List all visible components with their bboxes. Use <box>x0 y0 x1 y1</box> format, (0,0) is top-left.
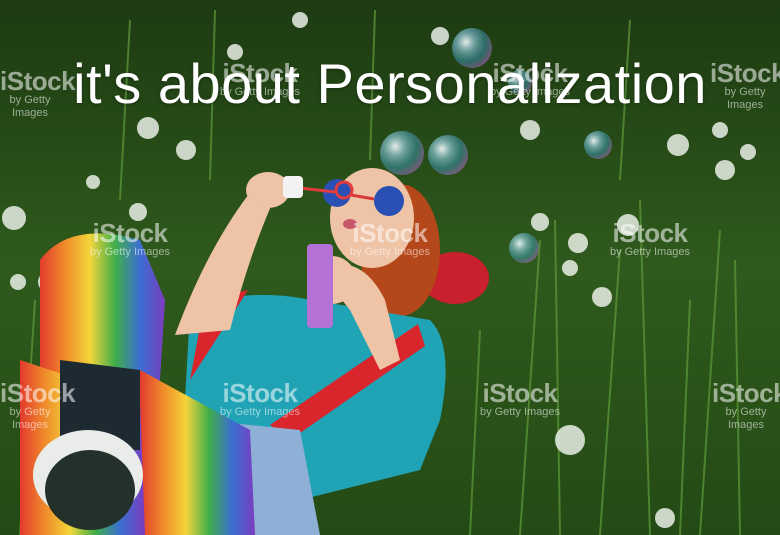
photo-stage: it's about Personalization iStock by Get… <box>0 0 780 535</box>
headline: it's about Personalization <box>73 52 707 115</box>
